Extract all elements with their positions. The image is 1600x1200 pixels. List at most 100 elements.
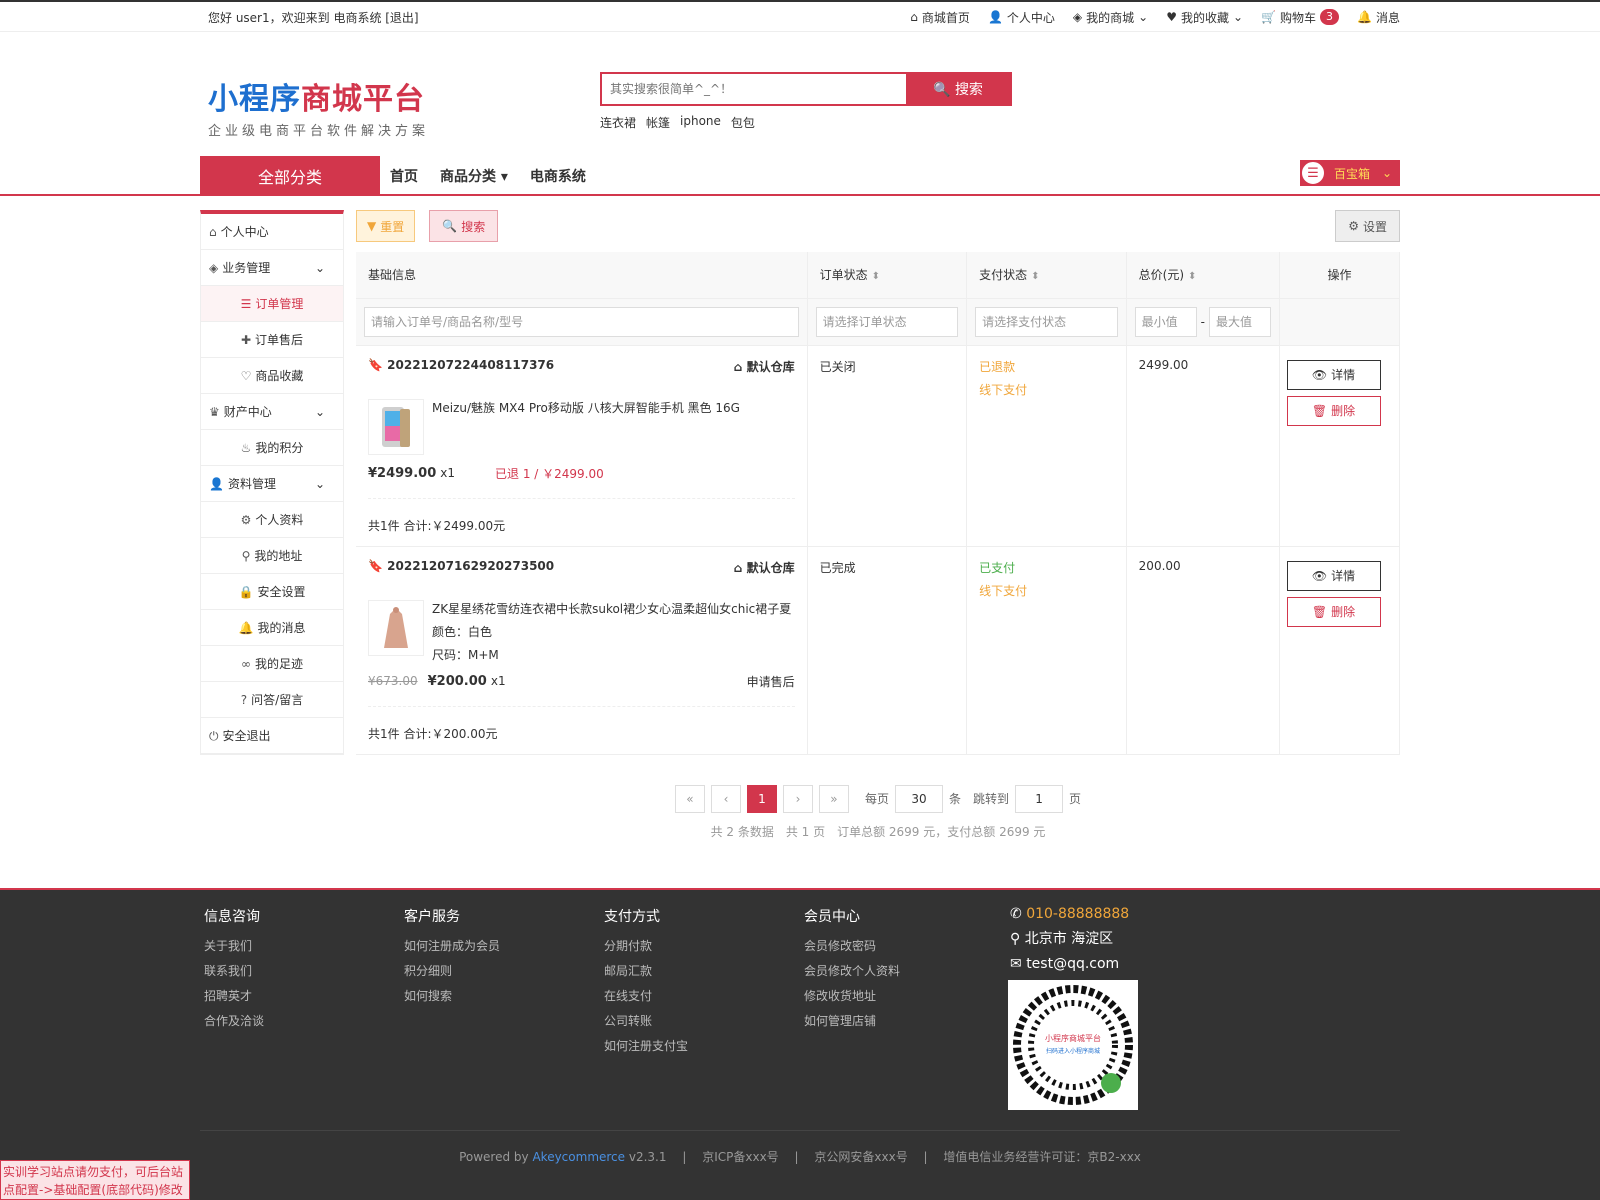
- hot-keyword[interactable]: 帐篷: [646, 114, 670, 131]
- footer-link[interactable]: 分期付款: [604, 934, 688, 959]
- pay-status: 已退款: [979, 359, 1016, 374]
- footer-link[interactable]: 在线支付: [604, 984, 688, 1009]
- police-link[interactable]: 京公网安备xxx号: [814, 1150, 907, 1164]
- footer-link[interactable]: 修改收货地址: [804, 984, 900, 1009]
- sidebar-item[interactable]: ⚙ 个人资料: [201, 502, 343, 538]
- icp-link[interactable]: 京ICP备xxx号: [702, 1150, 778, 1164]
- col-order-status[interactable]: 订单状态 ⬍: [807, 252, 968, 299]
- footer-link[interactable]: 积分细则: [404, 959, 500, 984]
- hot-keywords: 连衣裙 帐篷 iphone 包包: [600, 114, 1012, 131]
- nav-home-link[interactable]: ⌂ 商城首页: [910, 9, 970, 26]
- sidebar-item[interactable]: ◈ 业务管理 ⌄: [201, 250, 343, 286]
- min-price-input[interactable]: 最小值: [1134, 306, 1197, 337]
- welcome-text[interactable]: 您好 user1，欢迎来到 电商系统 [退出]: [200, 9, 419, 26]
- col-operation: 操作: [1279, 252, 1400, 299]
- sidebar-item[interactable]: ☰ 订单管理: [201, 286, 343, 322]
- current-page[interactable]: 1: [746, 784, 777, 813]
- sidebar-item[interactable]: ⌂ 个人中心: [201, 214, 343, 250]
- sort-icon: ⬍: [871, 271, 880, 283]
- prev-page-button[interactable]: ‹: [710, 784, 741, 813]
- hot-keyword[interactable]: iphone: [680, 114, 721, 131]
- jump-page-input[interactable]: 1: [1015, 784, 1064, 813]
- order-total-text: 共1件 合计:￥2499.00元: [368, 518, 506, 533]
- after-sale-link[interactable]: 申请售后: [747, 673, 795, 690]
- nav-favorites-link[interactable]: ♥ 我的收藏 ⌄: [1166, 9, 1243, 26]
- sort-icon: ⬍: [1031, 271, 1040, 283]
- refund-info: 已退 1 / ￥2499.00: [495, 466, 604, 481]
- delete-button[interactable]: 🗑 删除: [1286, 395, 1381, 426]
- hot-keyword[interactable]: 包包: [731, 114, 755, 131]
- footer-link[interactable]: 合作及洽谈: [204, 1009, 264, 1034]
- hot-keyword[interactable]: 连衣裙: [600, 114, 636, 131]
- trash-icon: 🗑: [1311, 403, 1328, 418]
- treasure-box-button[interactable]: ☰ 百宝箱 ⌄: [1300, 160, 1400, 186]
- question-icon: ?: [240, 693, 248, 707]
- sidebar-item[interactable]: ✚ 订单售后: [201, 322, 343, 358]
- nav-user-center-link[interactable]: 👤 个人中心: [988, 9, 1055, 26]
- pay-status-select[interactable]: 请选择支付状态: [975, 306, 1118, 337]
- per-page-input[interactable]: 30: [894, 784, 943, 813]
- product-name[interactable]: ZK星星绣花雪纺连衣裙中长款sukol裙少女心温柔超仙女chic裙子夏: [432, 600, 791, 617]
- product-name[interactable]: Meizu/魅族 MX4 Pro移动版 八核大屏智能手机 黑色 16G: [432, 399, 740, 416]
- search-input[interactable]: [602, 74, 906, 104]
- sidebar-item[interactable]: 👤 资料管理 ⌄: [201, 466, 343, 502]
- footer-link[interactable]: 关于我们: [204, 934, 264, 959]
- last-page-button[interactable]: »: [818, 784, 849, 813]
- brand-link[interactable]: Akeycommerce: [532, 1150, 625, 1164]
- footer-link[interactable]: 公司转账: [604, 1009, 688, 1034]
- sidebar-item[interactable]: ♨ 我的积分: [201, 430, 343, 466]
- pagination: « ‹ 1 › » 每页 30 条 跳转到 1 页: [356, 784, 1400, 813]
- sidebar-item[interactable]: ♛ 财产中心 ⌄: [201, 394, 343, 430]
- svg-text:小程序商城平台: 小程序商城平台: [1045, 1033, 1101, 1043]
- search-icon: 🔍: [933, 82, 951, 98]
- footer-link[interactable]: 如何管理店铺: [804, 1009, 900, 1034]
- keyword-filter-input[interactable]: 请输入订单号/商品名称/型号: [364, 306, 799, 337]
- footer-link[interactable]: 邮局汇款: [604, 959, 688, 984]
- col-total-price[interactable]: 总价(元) ⬍: [1126, 252, 1281, 299]
- footer-link[interactable]: 会员修改个人资料: [804, 959, 900, 984]
- nav-cart-link[interactable]: 🛒 购物车 3: [1261, 9, 1340, 26]
- sidebar-item[interactable]: ∞ 我的足迹: [201, 646, 343, 682]
- product-thumbnail[interactable]: [368, 398, 424, 455]
- sidebar-item[interactable]: 🔔 我的消息: [201, 610, 343, 646]
- trophy-icon: ♛: [209, 405, 220, 419]
- footer-link[interactable]: 联系我们: [204, 959, 264, 984]
- nav-messages-link[interactable]: 🔔 消息: [1357, 9, 1400, 26]
- col-pay-status[interactable]: 支付状态 ⬍: [966, 252, 1127, 299]
- table-row: 🔖 20221207162920273500 ⌂ 默认仓库 ZK星星绣花雪纺连衣…: [356, 546, 1400, 755]
- site-logo[interactable]: 小程序商城平台 企业级电商平台软件解决方案: [208, 74, 429, 139]
- nav-link-home[interactable]: 首页: [390, 166, 418, 186]
- qr-code-image: 小程序商城平台 扫码进入小程序商城: [1008, 980, 1138, 1110]
- order-number[interactable]: 🔖 20221207162920273500: [368, 559, 554, 576]
- footer-link[interactable]: 如何注册支付宝: [604, 1034, 688, 1059]
- all-categories-button[interactable]: 全部分类: [200, 156, 380, 196]
- max-price-input[interactable]: 最大值: [1209, 306, 1272, 337]
- detail-button[interactable]: 👁 详情: [1286, 560, 1381, 591]
- sidebar-item[interactable]: ⏻ 安全退出: [201, 718, 343, 754]
- footer-link[interactable]: 如何注册成为会员: [404, 934, 500, 959]
- sidebar-item[interactable]: ♡ 商品收藏: [201, 358, 343, 394]
- filter-search-button[interactable]: 🔍 搜索: [429, 210, 499, 242]
- reset-button[interactable]: ▼ 重置: [356, 210, 416, 242]
- sidebar-item[interactable]: 🔒 安全设置: [201, 574, 343, 610]
- nav-my-mall-link[interactable]: ◈ 我的商城 ⌄: [1073, 9, 1148, 26]
- sidebar-item[interactable]: ? 问答/留言: [201, 682, 343, 718]
- first-page-button[interactable]: «: [674, 784, 705, 813]
- delete-button[interactable]: 🗑 删除: [1286, 596, 1381, 627]
- warehouse-label: ⌂ 默认仓库: [733, 359, 795, 374]
- order-amount: 200.00: [1138, 558, 1181, 573]
- sidebar-item[interactable]: ⚲ 我的地址: [201, 538, 343, 574]
- nav-link-ecommerce[interactable]: 电商系统: [530, 166, 586, 186]
- nav-link-categories[interactable]: 商品分类 ▾: [440, 166, 508, 186]
- settings-button[interactable]: ⚙ 设置: [1335, 210, 1400, 242]
- detail-button[interactable]: 👁 详情: [1286, 359, 1381, 390]
- footer-link[interactable]: 如何搜索: [404, 984, 500, 1009]
- order-status-select[interactable]: 请选择订单状态: [815, 306, 959, 337]
- search-button[interactable]: 🔍 搜索: [906, 74, 1010, 104]
- footer-link[interactable]: 会员修改密码: [804, 934, 900, 959]
- next-page-button[interactable]: ›: [782, 784, 813, 813]
- order-number[interactable]: 🔖 20221207224408117376: [368, 358, 554, 375]
- product-thumbnail[interactable]: [368, 599, 424, 656]
- sliders-icon: ☰: [1300, 160, 1326, 186]
- footer-link[interactable]: 招聘英才: [204, 984, 264, 1009]
